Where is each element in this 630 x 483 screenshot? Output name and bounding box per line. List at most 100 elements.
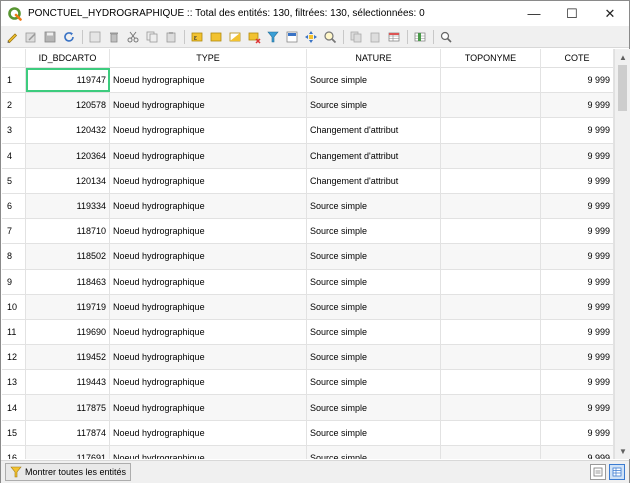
cell-type[interactable]: Noeud hydrographique xyxy=(110,445,307,459)
table-row[interactable]: 4 120364 Noeud hydrographique Changement d'… xyxy=(2,143,614,169)
cell-nature[interactable]: Source simple xyxy=(307,319,441,345)
add-feature-icon[interactable] xyxy=(87,29,103,45)
cell-cote[interactable]: 9 999 xyxy=(541,143,614,168)
select-all-icon[interactable] xyxy=(208,29,224,45)
cell-toponyme[interactable] xyxy=(441,370,541,395)
corner-header[interactable] xyxy=(2,49,26,68)
cell-nature[interactable]: Source simple xyxy=(307,93,441,118)
cell-cote[interactable]: 9 999 xyxy=(541,345,614,370)
cell-id-bdcarto[interactable]: 117874 xyxy=(26,420,110,445)
cell-toponyme[interactable] xyxy=(441,93,541,118)
table-row[interactable]: 15 117874 Noeud hydrographique Source simpl… xyxy=(2,420,614,446)
new-field-icon[interactable] xyxy=(386,29,402,45)
paste-icon[interactable] xyxy=(163,29,179,45)
cell-id-bdcarto[interactable]: 118463 xyxy=(26,269,110,294)
cell-type[interactable]: Noeud hydrographique xyxy=(110,168,307,193)
cell-id-bdcarto[interactable]: 120134 xyxy=(26,168,110,193)
filter-selected-icon[interactable] xyxy=(265,29,281,45)
cell-cote[interactable]: 9 999 xyxy=(541,68,614,93)
scroll-up-icon[interactable]: ▲ xyxy=(615,50,630,64)
cell-cote[interactable]: 9 999 xyxy=(541,370,614,395)
row-number[interactable]: 7 xyxy=(2,219,26,244)
cell-nature[interactable]: Source simple xyxy=(307,420,441,445)
move-to-top-icon[interactable] xyxy=(284,29,300,45)
cell-id-bdcarto[interactable]: 120432 xyxy=(26,118,110,143)
row-number[interactable]: 2 xyxy=(2,93,26,118)
table-row[interactable]: 16 117691 Noeud hydrographique Source simpl… xyxy=(2,445,614,459)
table-row[interactable]: 1 119747 Noeud hydrographique Source simple… xyxy=(2,68,614,94)
deselect-all-icon[interactable] xyxy=(246,29,262,45)
cell-type[interactable]: Noeud hydrographique xyxy=(110,395,307,420)
column-header-nature[interactable]: NATURE xyxy=(307,49,441,68)
row-number[interactable]: 9 xyxy=(2,269,26,294)
table-row[interactable]: 10 119719 Noeud hydrographique Source simpl… xyxy=(2,294,614,320)
cell-toponyme[interactable] xyxy=(441,219,541,244)
cell-toponyme[interactable] xyxy=(441,420,541,445)
cell-nature[interactable]: Changement d'attribut xyxy=(307,118,441,143)
table-row[interactable]: 3 120432 Noeud hydrographique Changement d'… xyxy=(2,118,614,144)
cell-nature[interactable]: Source simple xyxy=(307,269,441,294)
table-row[interactable]: 7 118710 Noeud hydrographique Source simple… xyxy=(2,219,614,245)
cell-cote[interactable]: 9 999 xyxy=(541,168,614,193)
close-button[interactable]: ✕ xyxy=(591,1,629,26)
reload-icon[interactable] xyxy=(61,29,77,45)
delete-field-icon[interactable] xyxy=(412,29,428,45)
row-number[interactable]: 15 xyxy=(2,420,26,445)
maximize-button[interactable]: ☐ xyxy=(553,1,591,26)
cell-toponyme[interactable] xyxy=(441,319,541,345)
invert-selection-icon[interactable] xyxy=(227,29,243,45)
cell-type[interactable]: Noeud hydrographique xyxy=(110,68,307,93)
cell-cote[interactable]: 9 999 xyxy=(541,118,614,143)
cell-id-bdcarto[interactable]: 119334 xyxy=(26,193,110,219)
cell-toponyme[interactable] xyxy=(441,168,541,193)
cell-cote[interactable]: 9 999 xyxy=(541,269,614,294)
scroll-down-icon[interactable]: ▼ xyxy=(615,444,630,458)
cell-cote[interactable]: 9 999 xyxy=(541,319,614,345)
cell-cote[interactable]: 9 999 xyxy=(541,395,614,420)
cell-id-bdcarto[interactable]: 118502 xyxy=(26,244,110,269)
column-header-cote[interactable]: COTE xyxy=(541,49,614,68)
cell-type[interactable]: Noeud hydrographique xyxy=(110,93,307,118)
table-row[interactable]: 11 119690 Noeud hydrographique Source simpl… xyxy=(2,319,614,346)
cell-cote[interactable]: 9 999 xyxy=(541,420,614,445)
cell-id-bdcarto[interactable]: 119747 xyxy=(26,68,110,93)
cell-cote[interactable]: 9 999 xyxy=(541,294,614,319)
cell-nature[interactable]: Changement d'attribut xyxy=(307,168,441,193)
save-icon[interactable] xyxy=(42,29,58,45)
cell-type[interactable]: Noeud hydrographique xyxy=(110,219,307,244)
expression-select-icon[interactable]: ε xyxy=(189,29,205,45)
table-row[interactable]: 6 119334 Noeud hydrographique Source simple… xyxy=(2,193,614,220)
cell-nature[interactable]: Source simple xyxy=(307,244,441,269)
cell-id-bdcarto[interactable]: 119443 xyxy=(26,370,110,395)
cell-toponyme[interactable] xyxy=(441,345,541,370)
cell-cote[interactable]: 9 999 xyxy=(541,93,614,118)
row-number[interactable]: 13 xyxy=(2,370,26,395)
cell-cote[interactable]: 9 999 xyxy=(541,219,614,244)
table-row[interactable]: 9 118463 Noeud hydrographique Source simple… xyxy=(2,269,614,295)
scroll-thumb[interactable] xyxy=(618,65,627,111)
row-number[interactable]: 3 xyxy=(2,118,26,143)
vertical-scrollbar[interactable]: ▲ ▼ xyxy=(614,49,630,459)
table-row[interactable]: 8 118502 Noeud hydrographique Source simple… xyxy=(2,244,614,270)
cell-toponyme[interactable] xyxy=(441,244,541,269)
row-number[interactable]: 6 xyxy=(2,193,26,219)
cell-type[interactable]: Noeud hydrographique xyxy=(110,269,307,294)
paste-rows-icon[interactable] xyxy=(367,29,383,45)
cell-type[interactable]: Noeud hydrographique xyxy=(110,118,307,143)
cell-id-bdcarto[interactable]: 120578 xyxy=(26,93,110,118)
cell-type[interactable]: Noeud hydrographique xyxy=(110,345,307,370)
cell-nature[interactable]: Source simple xyxy=(307,294,441,319)
row-number[interactable]: 14 xyxy=(2,395,26,420)
cell-type[interactable]: Noeud hydrographique xyxy=(110,244,307,269)
cell-nature[interactable]: Changement d'attribut xyxy=(307,143,441,168)
cell-nature[interactable]: Source simple xyxy=(307,68,441,93)
cell-nature[interactable]: Source simple xyxy=(307,395,441,420)
multi-edit-icon[interactable] xyxy=(23,29,39,45)
row-number[interactable]: 11 xyxy=(2,319,26,345)
cell-id-bdcarto[interactable]: 119690 xyxy=(26,319,110,345)
cell-toponyme[interactable] xyxy=(441,294,541,319)
cell-toponyme[interactable] xyxy=(441,118,541,143)
row-number[interactable]: 8 xyxy=(2,244,26,269)
row-number[interactable]: 12 xyxy=(2,345,26,370)
column-header-toponyme[interactable]: TOPONYME xyxy=(441,49,541,68)
